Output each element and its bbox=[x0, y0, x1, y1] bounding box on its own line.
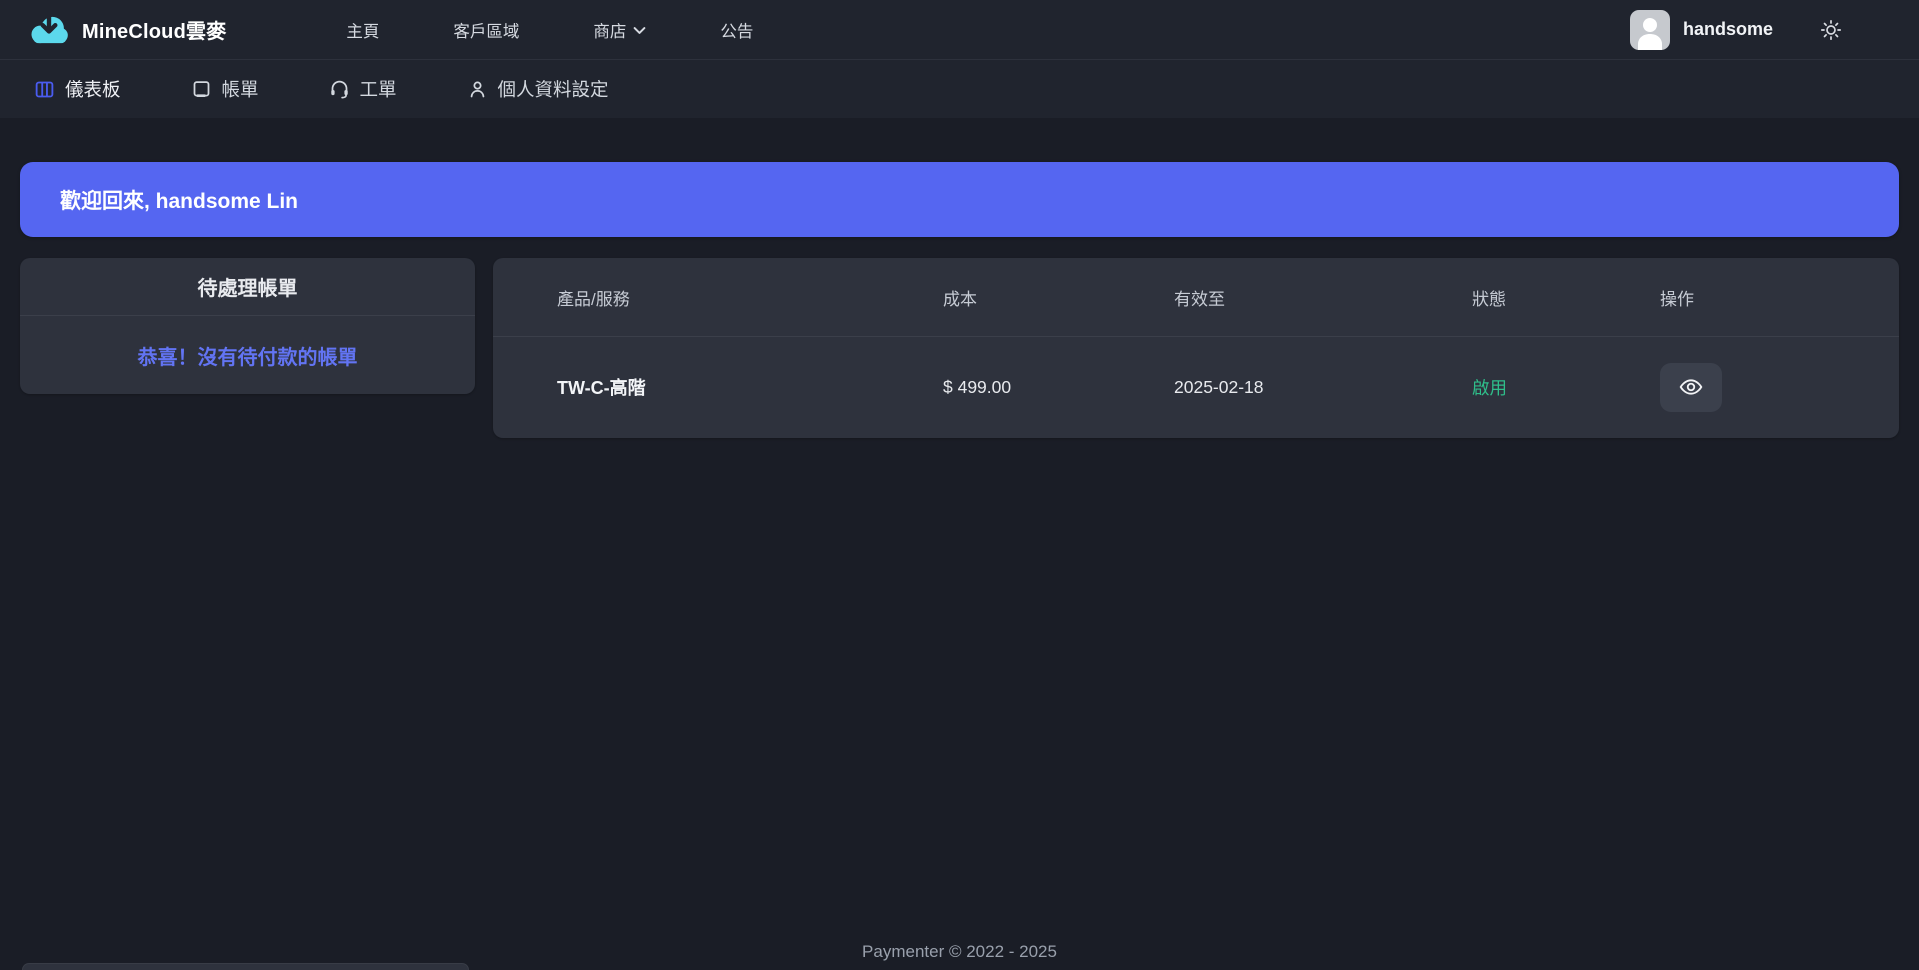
welcome-banner: 歡迎回來, handsome Lin bbox=[20, 162, 1899, 237]
service-name: TW-C-高階 bbox=[557, 374, 943, 400]
cloud-download-logo-icon bbox=[28, 9, 70, 51]
nav-store[interactable]: 商店 bbox=[593, 18, 646, 42]
client-subnav: 儀表板 帳單 工單 個人資料設定 bbox=[0, 60, 1919, 118]
view-service-button[interactable] bbox=[1660, 363, 1722, 412]
headset-icon bbox=[329, 79, 350, 100]
col-actions: 操作 bbox=[1660, 285, 1899, 310]
nav-client-area-label: 客戶區域 bbox=[453, 18, 519, 42]
nav-store-label: 商店 bbox=[593, 18, 626, 42]
service-status-badge: 啟用 bbox=[1472, 375, 1660, 400]
col-expires: 有效至 bbox=[1174, 285, 1472, 310]
avatar[interactable] bbox=[1630, 10, 1670, 50]
eye-icon bbox=[1678, 374, 1704, 400]
service-cost: $ 499.00 bbox=[943, 377, 1174, 398]
username[interactable]: handsome bbox=[1683, 19, 1773, 40]
topbar-right: handsome bbox=[1630, 10, 1843, 50]
nav-announcements[interactable]: 公告 bbox=[720, 18, 753, 42]
top-navigation: 主頁 客戶區域 商店 公告 bbox=[346, 18, 753, 42]
subnav-profile-settings[interactable]: 個人資料設定 bbox=[467, 76, 609, 102]
user-icon bbox=[467, 79, 488, 100]
nav-home-label: 主頁 bbox=[346, 18, 379, 42]
partially-visible-card bbox=[22, 963, 469, 970]
table-row: TW-C-高階 $ 499.00 2025-02-18 啟用 bbox=[493, 337, 1899, 437]
col-status: 狀態 bbox=[1472, 285, 1660, 310]
subnav-profile-settings-label: 個人資料設定 bbox=[498, 76, 609, 102]
col-product-service: 產品/服務 bbox=[557, 285, 943, 310]
subnav-dashboard-label: 儀表板 bbox=[65, 76, 121, 102]
welcome-banner-text: 歡迎回來, handsome Lin bbox=[60, 185, 298, 215]
brand-title: MineCloud雲麥 bbox=[82, 15, 226, 44]
theme-toggle-sun-icon[interactable] bbox=[1819, 18, 1843, 42]
subnav-invoices[interactable]: 帳單 bbox=[191, 76, 259, 102]
services-table-card: 產品/服務 成本 有效至 狀態 操作 TW-C-高階 $ 499.00 2025… bbox=[493, 258, 1899, 438]
nav-announcements-label: 公告 bbox=[720, 18, 753, 42]
service-expiry-date: 2025-02-18 bbox=[1174, 377, 1472, 398]
footer-copyright: Paymenter © 2022 - 2025 bbox=[0, 942, 1919, 962]
top-navbar: MineCloud雲麥 主頁 客戶區域 商店 公告 handsome bbox=[0, 0, 1919, 60]
nav-home[interactable]: 主頁 bbox=[346, 18, 379, 42]
main-content: 歡迎回來, handsome Lin 待處理帳單 恭喜！沒有待付款的帳單 產品/… bbox=[0, 162, 1919, 438]
person-silhouette-icon bbox=[1630, 10, 1670, 50]
subnav-tickets[interactable]: 工單 bbox=[329, 76, 397, 102]
subnav-dashboard[interactable]: 儀表板 bbox=[34, 76, 121, 102]
pending-invoices-title: 待處理帳單 bbox=[20, 258, 475, 316]
pending-invoices-card: 待處理帳單 恭喜！沒有待付款的帳單 bbox=[20, 258, 475, 394]
nav-client-area[interactable]: 客戶區域 bbox=[453, 18, 519, 42]
service-actions bbox=[1660, 363, 1899, 412]
dashboard-cards-row: 待處理帳單 恭喜！沒有待付款的帳單 產品/服務 成本 有效至 狀態 操作 TW-… bbox=[20, 258, 1899, 438]
invoices-icon bbox=[191, 79, 212, 100]
dashboard-boards-icon bbox=[34, 79, 55, 100]
services-table-header: 產品/服務 成本 有效至 狀態 操作 bbox=[493, 258, 1899, 337]
subnav-invoices-label: 帳單 bbox=[222, 76, 259, 102]
no-pending-invoices-message: 恭喜！沒有待付款的帳單 bbox=[20, 316, 475, 394]
col-cost: 成本 bbox=[943, 285, 1174, 310]
subnav-tickets-label: 工單 bbox=[360, 76, 397, 102]
chevron-down-icon bbox=[633, 26, 646, 36]
